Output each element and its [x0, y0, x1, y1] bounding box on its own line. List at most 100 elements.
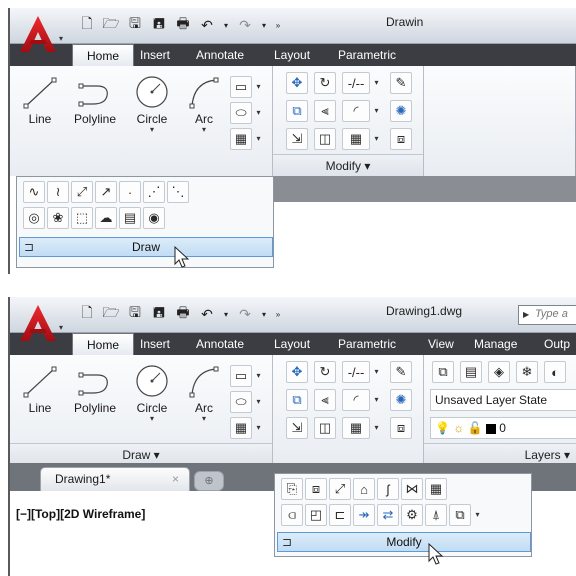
- move-icon[interactable]: ✥: [286, 361, 308, 383]
- rotate-icon[interactable]: ↻: [314, 361, 336, 383]
- scale-icon[interactable]: ◫: [314, 128, 336, 150]
- application-menu-button[interactable]: [16, 301, 60, 345]
- set-by-layer-icon[interactable]: ⍋: [425, 504, 447, 526]
- draworder-dropdown-icon[interactable]: ▾: [473, 504, 482, 526]
- undo-icon[interactable]: ↶: [196, 303, 218, 325]
- ellipse-dropdown-icon[interactable]: ▾: [254, 102, 263, 124]
- stretch-icon[interactable]: ⇲: [286, 417, 308, 439]
- edit-hatch-icon[interactable]: ⌂: [353, 478, 375, 500]
- more-icon[interactable]: »: [272, 303, 284, 325]
- mirror-icon[interactable]: ⫷: [314, 100, 336, 122]
- viewport-controls-label[interactable]: [−][Top][2D Wireframe]: [16, 507, 145, 521]
- file-tab-drawing1[interactable]: Drawing1* ×: [40, 467, 190, 491]
- print-icon[interactable]: 🖶: [172, 303, 194, 325]
- tab-layout[interactable]: Layout: [274, 44, 310, 66]
- save-as-icon[interactable]: 🖪: [148, 303, 170, 325]
- tab-home[interactable]: Home: [72, 44, 134, 66]
- scale-icon[interactable]: ◫: [314, 417, 336, 439]
- blend-curves-icon[interactable]: ⊏: [329, 504, 351, 526]
- modify-panel-title[interactable]: Modify ▾: [273, 154, 423, 176]
- search-input[interactable]: ▶ Type a: [518, 305, 576, 325]
- explode-icon[interactable]: ✺: [390, 389, 412, 411]
- arc-tool[interactable]: Arc ▾: [182, 74, 226, 134]
- fillet-dropdown-icon[interactable]: ▾: [372, 100, 381, 122]
- array-icon[interactable]: ▦: [342, 417, 370, 439]
- polyline-tool[interactable]: Polyline: [68, 363, 122, 415]
- layer-states-icon[interactable]: ▤: [460, 361, 482, 383]
- align-icon[interactable]: ⫏: [281, 504, 303, 526]
- new-icon[interactable]: 🗋: [76, 14, 98, 36]
- tab-annotate[interactable]: Annotate: [196, 44, 244, 66]
- line-tool[interactable]: Line: [18, 363, 62, 415]
- rotate-icon[interactable]: ↻: [314, 72, 336, 94]
- save-icon[interactable]: 🖫: [124, 303, 146, 325]
- pin-icon[interactable]: ⊐: [282, 533, 292, 551]
- trim-dropdown-icon[interactable]: ▾: [372, 361, 381, 383]
- ellipse-icon[interactable]: ⬭: [230, 391, 252, 413]
- hatch-icon[interactable]: ▦: [230, 128, 252, 150]
- save-icon[interactable]: 🖫: [124, 14, 146, 36]
- erase-icon[interactable]: ✎: [390, 72, 412, 94]
- ellipse-icon[interactable]: ⬭: [230, 102, 252, 124]
- polyline-tool[interactable]: Polyline: [68, 74, 122, 126]
- ellipse-dropdown-icon[interactable]: ▾: [254, 391, 263, 413]
- app-menu-dropdown-icon[interactable]: ▾: [59, 34, 63, 43]
- spline-cv-icon[interactable]: ≀: [47, 181, 69, 203]
- current-layer-select[interactable]: 💡 ☼ 🔓 0: [430, 417, 576, 439]
- tab-parametric[interactable]: Parametric: [338, 333, 396, 355]
- gradient-icon[interactable]: ▤: [119, 207, 141, 229]
- tab-output[interactable]: Outp: [544, 333, 570, 355]
- copy-icon[interactable]: ⧉: [286, 389, 308, 411]
- arc-tool[interactable]: Arc ▾: [182, 363, 226, 423]
- break-icon[interactable]: ↠: [353, 504, 375, 526]
- fillet-icon[interactable]: ◜: [342, 100, 370, 122]
- join-icon[interactable]: ⋈: [401, 478, 423, 500]
- redo-icon[interactable]: ↷: [234, 303, 256, 325]
- tab-insert[interactable]: Insert: [140, 44, 170, 66]
- modify-flyout-title[interactable]: ⊐ Modify: [277, 532, 531, 552]
- circle-dropdown-icon[interactable]: ▾: [130, 415, 174, 423]
- array-icon[interactable]: ▦: [342, 128, 370, 150]
- tab-home[interactable]: Home: [72, 333, 134, 355]
- lengthen-icon[interactable]: ⤢: [329, 478, 351, 500]
- redo-dropdown-icon[interactable]: ▾: [258, 303, 270, 325]
- region-icon[interactable]: ❀: [47, 207, 69, 229]
- chamfer-icon[interactable]: ◰: [305, 504, 327, 526]
- circle-dropdown-icon[interactable]: ▾: [130, 126, 174, 134]
- trim-icon[interactable]: -/--: [342, 72, 370, 94]
- revision-cloud-icon[interactable]: ☁: [95, 207, 117, 229]
- save-as-icon[interactable]: 🖪: [148, 14, 170, 36]
- undo-dropdown-icon[interactable]: ▾: [220, 14, 232, 36]
- overkill-icon[interactable]: ⚙: [401, 504, 423, 526]
- point-icon[interactable]: ·: [119, 181, 141, 203]
- app-menu-dropdown-icon[interactable]: ▾: [59, 323, 63, 332]
- tab-view[interactable]: View: [428, 333, 454, 355]
- draworder-icon[interactable]: ⧈: [305, 478, 327, 500]
- undo-dropdown-icon[interactable]: ▾: [220, 303, 232, 325]
- array-dropdown-icon[interactable]: ▾: [372, 417, 381, 439]
- explode-icon[interactable]: ✺: [390, 100, 412, 122]
- rectangle-dropdown-icon[interactable]: ▾: [254, 76, 263, 98]
- tab-manage[interactable]: Manage: [474, 333, 517, 355]
- layer-isolate-icon[interactable]: ◈: [488, 361, 510, 383]
- open-icon[interactable]: 🗁: [100, 14, 122, 36]
- stretch-icon[interactable]: ⇲: [286, 128, 308, 150]
- hatch-dropdown-icon[interactable]: ▾: [254, 417, 263, 439]
- rectangle-icon[interactable]: ▭: [230, 76, 252, 98]
- reverse-icon[interactable]: ⇄: [377, 504, 399, 526]
- circle-tool[interactable]: Circle ▾: [130, 74, 174, 134]
- hatch-dropdown-icon[interactable]: ▾: [254, 128, 263, 150]
- layer-properties-icon[interactable]: ⧉: [432, 361, 454, 383]
- open-icon[interactable]: 🗁: [100, 303, 122, 325]
- offset-icon[interactable]: ⧈: [390, 128, 412, 150]
- application-menu-button[interactable]: [16, 12, 60, 56]
- arc-dropdown-icon[interactable]: ▾: [182, 415, 226, 423]
- fillet-icon[interactable]: ◜: [342, 389, 370, 411]
- tab-annotate[interactable]: Annotate: [196, 333, 244, 355]
- boundary-icon[interactable]: ◎: [23, 207, 45, 229]
- new-tab-button[interactable]: ⊕: [194, 471, 224, 491]
- ray-icon[interactable]: ↗: [95, 181, 117, 203]
- divide-icon[interactable]: ⋰: [143, 181, 165, 203]
- tab-layout[interactable]: Layout: [274, 333, 310, 355]
- edit-spline-icon[interactable]: ʃ: [377, 478, 399, 500]
